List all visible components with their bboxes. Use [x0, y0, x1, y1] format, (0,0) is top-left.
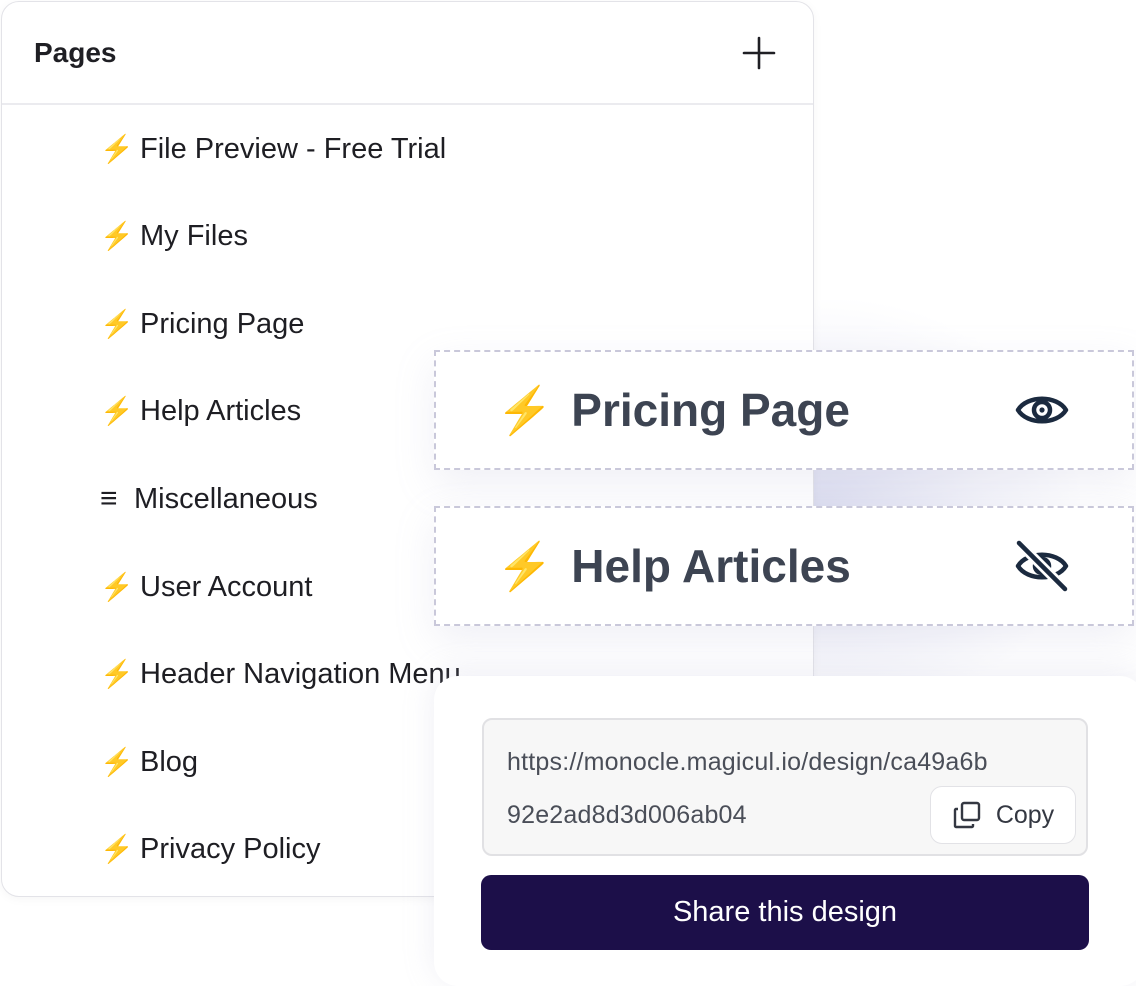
page-item-label: User Account [140, 570, 313, 603]
page-item-label: Header Navigation Menu [140, 657, 461, 690]
page-item-label: File Preview - Free Trial [140, 132, 447, 165]
page-card-label: Pricing Page [571, 384, 850, 436]
eye-off-icon [1014, 538, 1070, 594]
page-item[interactable]: ⚡ Blog [100, 742, 198, 782]
visibility-toggle[interactable] [1014, 538, 1070, 594]
pages-header: Pages [2, 2, 813, 105]
page-item[interactable]: ⚡ Header Navigation Menu [100, 654, 461, 694]
page-item-label: Miscellaneous [134, 482, 318, 515]
lightning-icon: ⚡ [100, 133, 134, 164]
page-item[interactable]: ⚡ User Account [100, 567, 312, 607]
page-item-label: My Files [140, 219, 248, 252]
page-item-label: Privacy Policy [140, 832, 321, 865]
page-item[interactable]: ⚡ File Preview - Free Trial [100, 129, 446, 169]
page-item[interactable]: ⚡ My Files [100, 216, 248, 256]
page-item[interactable]: ⚡ Help Articles [100, 391, 301, 431]
lightning-icon: ⚡ [496, 540, 554, 592]
add-page-button[interactable] [739, 33, 779, 73]
page-item-label: Blog [140, 745, 199, 778]
lightning-icon: ⚡ [100, 571, 134, 602]
visibility-toggle[interactable] [1014, 390, 1070, 430]
pages-title: Pages [34, 36, 117, 68]
lightning-icon: ⚡ [100, 833, 134, 864]
page-item[interactable]: ⚡ Pricing Page [100, 304, 304, 344]
lightning-icon: ⚡ [100, 746, 134, 777]
share-url-text: https://monocle.magicul.io/design/ca49a6… [507, 748, 988, 776]
page-card-label: Help Articles [571, 540, 851, 592]
menu-icon: ≡ [100, 482, 118, 515]
share-panel: https://monocle.magicul.io/design/ca49a6… [434, 676, 1136, 986]
page-item[interactable]: ≡ Miscellaneous [100, 479, 318, 519]
copy-button[interactable]: Copy [930, 786, 1076, 844]
page-item[interactable]: ⚡ Privacy Policy [100, 829, 321, 869]
page-item-label: Pricing Page [140, 307, 305, 340]
page-item-label: Help Articles [140, 394, 302, 427]
lightning-icon: ⚡ [496, 384, 554, 436]
share-design-button[interactable]: Share this design [481, 875, 1089, 950]
page-card-help[interactable]: ⚡ Help Articles [434, 506, 1134, 626]
share-url-text: 92e2ad8d3d006ab04 [507, 801, 747, 829]
page-card-pricing[interactable]: ⚡ Pricing Page [434, 350, 1134, 470]
share-url-field[interactable]: https://monocle.magicul.io/design/ca49a6… [482, 718, 1088, 856]
lightning-icon: ⚡ [100, 658, 134, 689]
copy-icon [953, 801, 981, 829]
lightning-icon: ⚡ [100, 220, 134, 251]
eye-icon [1015, 396, 1069, 424]
lightning-icon: ⚡ [100, 308, 134, 339]
copy-button-label: Copy [995, 800, 1055, 829]
lightning-icon: ⚡ [100, 395, 134, 426]
plus-icon [742, 36, 776, 69]
